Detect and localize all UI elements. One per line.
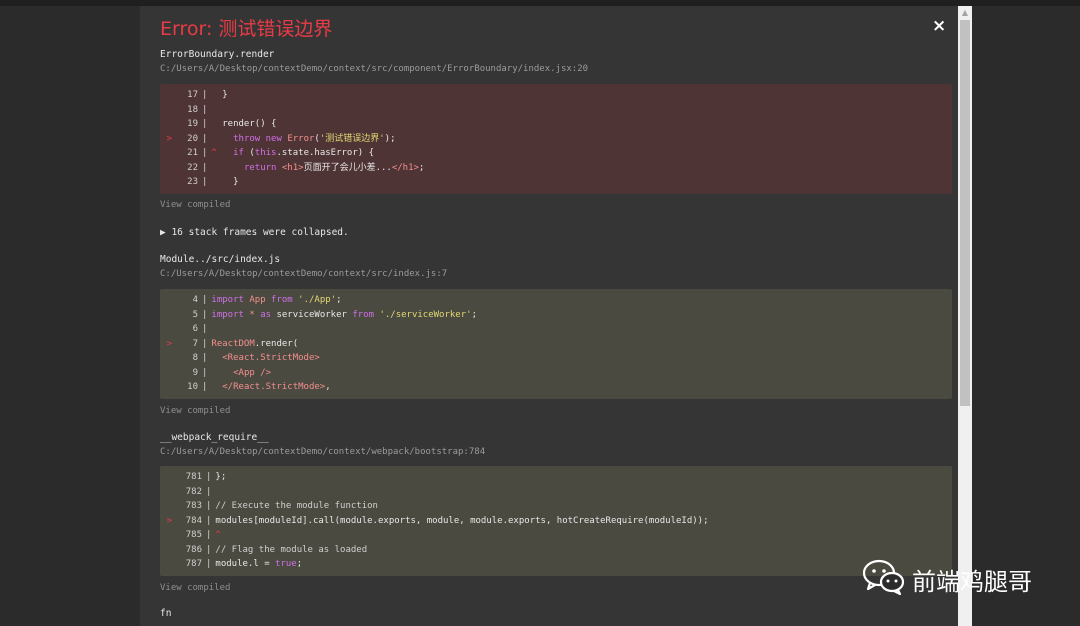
collapsed-frames-toggle[interactable]: ▶ 16 stack frames were collapsed.	[160, 227, 349, 238]
frame-file-path: C:/Users/A/Desktop/contextDemo/context/s…	[160, 64, 589, 74]
code-line: 4 | import App from './App';	[192, 295, 342, 305]
code-line: 781 |};	[185, 472, 227, 482]
code-snippet: 781 |}; 782 | 783 |// Execute the module fu…	[160, 466, 952, 576]
code-line: 8 | <React.StrictMode>	[192, 353, 320, 363]
stack-frame: ErrorBoundary.render C:/Users/A/Desktop/…	[160, 48, 588, 76]
frame-function-name: ErrorBoundary.render	[160, 49, 275, 60]
close-button[interactable]: ×	[932, 16, 946, 36]
scroll-up-arrow-icon[interactable]: ▲	[958, 6, 972, 20]
stack-frame: __webpack_require__ C:/Users/A/Desktop/c…	[160, 431, 485, 459]
wechat-logo-icon	[862, 559, 905, 596]
code-line: 783 |// Execute the module function	[185, 501, 378, 511]
code-line: 10 | </React.StrictMode>,	[187, 382, 331, 392]
code-line: 18 |	[187, 104, 208, 115]
code-line-highlighted: >784 | modules[moduleId].call(module.expor…	[166, 515, 709, 526]
code-line-highlighted: >7 | ReactDOM.render(	[166, 338, 299, 349]
view-compiled-link[interactable]: View compiled	[160, 200, 230, 210]
right-background	[972, 6, 1080, 626]
stack-frame: Module../src/index.js C:/Users/A/Desktop…	[160, 253, 447, 281]
code-line: 786 |// Flag the module as loaded	[185, 544, 368, 555]
wechat-watermark: 前端鸡腿哥	[862, 556, 1052, 600]
frame-file-path: C:/Users/A/Desktop/contextDemo/context/w…	[160, 447, 486, 457]
view-compiled-link[interactable]: View compiled	[160, 583, 230, 593]
code-line: 5 | import * as serviceWorker from './serv…	[192, 309, 477, 320]
code-line: 785 | ^	[185, 530, 221, 540]
vertical-scrollbar[interactable]: ▲	[958, 6, 972, 626]
code-snippet: 17 | } 18 | 19 | render() { >20 | throw new …	[160, 84, 952, 194]
frame-file-path: C:/Users/A/Desktop/contextDemo/context/s…	[160, 269, 448, 279]
code-line: 23 | }	[187, 177, 239, 187]
code-line: 17 | }	[187, 90, 228, 100]
scrollbar-thumb[interactable]	[960, 20, 970, 406]
code-line: 9 | <App />	[192, 367, 272, 378]
view-compiled-link[interactable]: View compiled	[160, 406, 230, 416]
frame-function-name: Module../src/index.js	[160, 254, 281, 265]
error-title: Error: 测试错误边界	[160, 18, 333, 40]
frame-function-name: fn	[160, 608, 172, 619]
code-line: 22 | return <h1>页面开了会儿小差...</h1>;	[187, 162, 425, 173]
code-line-highlighted: >20 | throw new Error('测试错误边界');	[166, 133, 396, 144]
code-line: 21 | ^ if (this.state.hasError) {	[187, 148, 375, 158]
error-overlay: Error: 测试错误边界 × ErrorBoundary.render C:/…	[140, 6, 958, 626]
code-snippet: 4 | import App from './App'; 5 | import * as…	[160, 289, 952, 399]
code-line: 19 | render() {	[187, 119, 277, 129]
watermark-text: 前端鸡腿哥	[912, 568, 1032, 596]
code-line: 6 |	[192, 324, 208, 334]
code-line: 787 | module.l = true;	[185, 559, 303, 569]
stack-frame: fn	[160, 607, 171, 621]
code-line: 782 |	[185, 486, 212, 497]
frame-function-name: __webpack_require__	[160, 432, 269, 443]
